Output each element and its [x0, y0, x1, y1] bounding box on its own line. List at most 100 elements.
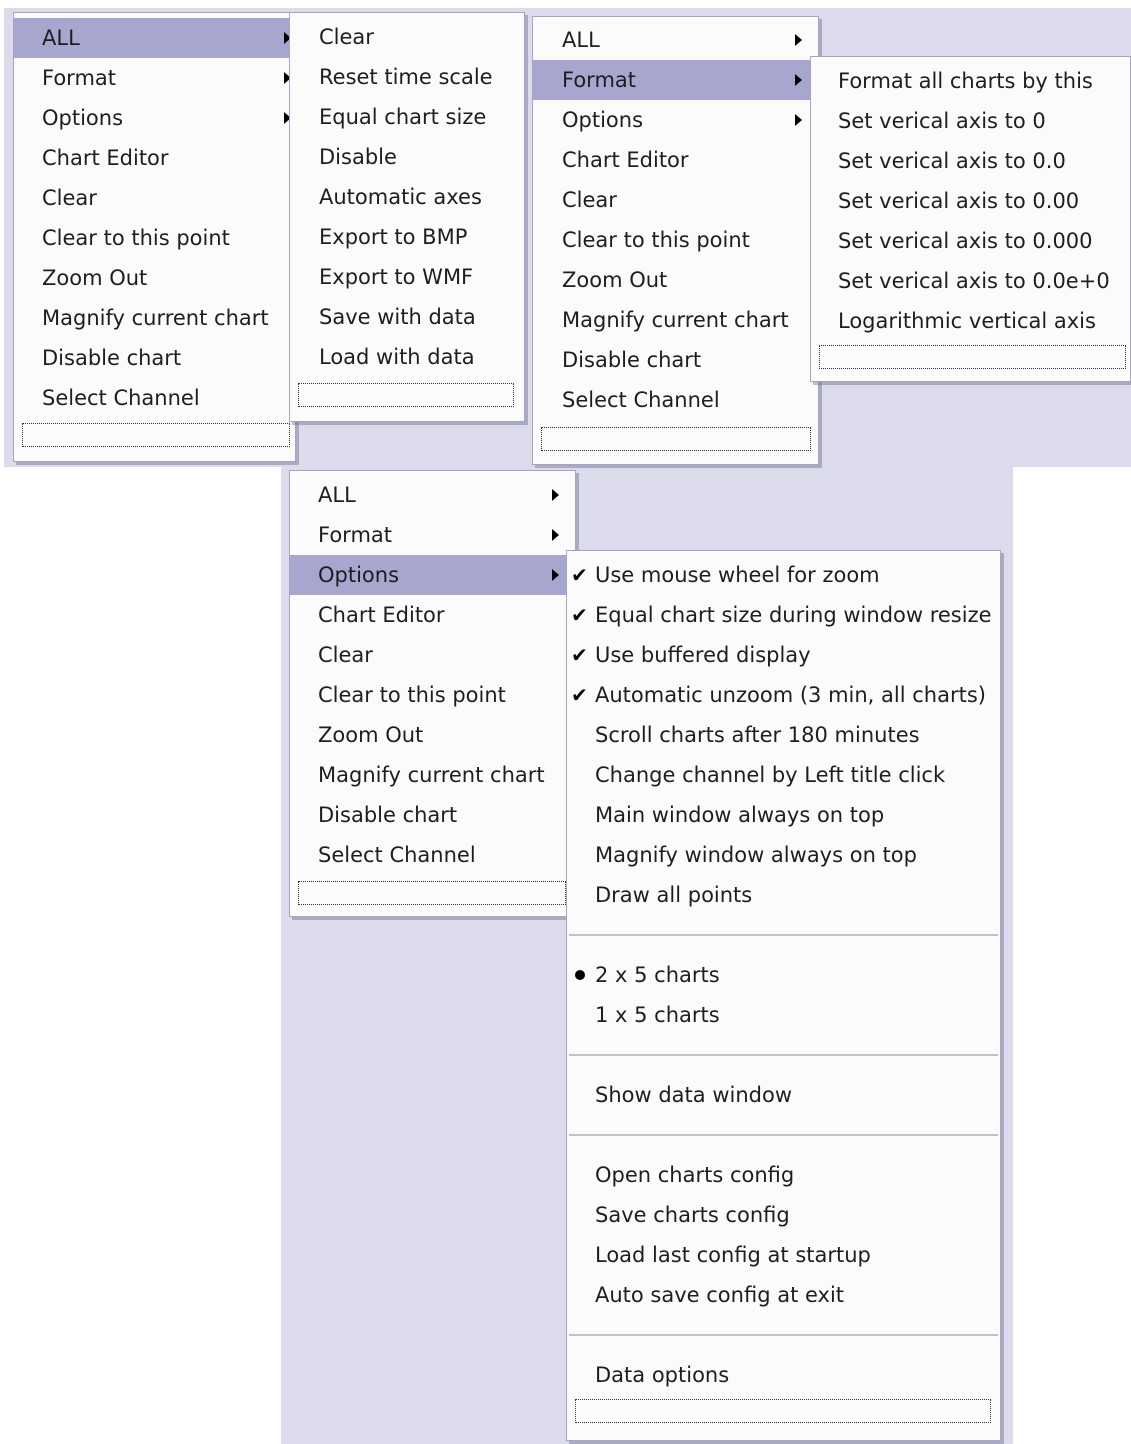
menu-item-label: Magnify window always on top [595, 843, 917, 867]
menu-item-label: Open charts config [595, 1163, 795, 1187]
menu-item-open-charts-config[interactable]: Open charts config [567, 1155, 1000, 1195]
submenu-arrow-icon [552, 569, 559, 581]
menu-item-automatic-unzoom-3-min-all-charts[interactable]: ✔ Automatic unzoom (3 min, all charts) [567, 675, 1000, 715]
menu-item-all[interactable]: ALL [533, 20, 818, 60]
menu-item-disable-chart[interactable]: Disable chart [290, 795, 575, 835]
menu-item-label: Save with data [319, 305, 476, 329]
menu-item-load-with-data[interactable]: Load with data [290, 337, 524, 377]
menu-item-magnify-current-chart[interactable]: Magnify current chart [14, 298, 295, 338]
menu-item-zoom-out[interactable]: Zoom Out [290, 715, 575, 755]
menu-item-chart-editor[interactable]: Chart Editor [533, 140, 818, 180]
menu-item-label: Clear [318, 643, 373, 667]
menu-item-magnify-window-always-on-top[interactable]: Magnify window always on top [567, 835, 1000, 875]
menu-item-select-channel[interactable]: Select Channel [290, 835, 575, 875]
menu-item-use-mouse-wheel-for-zoom[interactable]: ✔ Use mouse wheel for zoom [567, 555, 1000, 595]
menu-item-export-to-bmp[interactable]: Export to BMP [290, 217, 524, 257]
menu-item-1-x-5-charts[interactable]: 1 x 5 charts [567, 995, 1000, 1035]
menu-item-clear[interactable]: Clear [14, 178, 295, 218]
tear-off-handle[interactable] [575, 1399, 991, 1423]
menu-item-zoom-out[interactable]: Zoom Out [14, 258, 295, 298]
menu-item-label: Data options [595, 1363, 730, 1387]
menu-item-label: Disable chart [42, 346, 182, 370]
menu-item-label: Export to WMF [319, 265, 474, 289]
menu-item-2-x-5-charts[interactable]: 2 x 5 charts [567, 955, 1000, 995]
menu-item-label: Select Channel [318, 843, 476, 867]
menu-item-disable[interactable]: Disable [290, 137, 524, 177]
menu-item-select-channel[interactable]: Select Channel [533, 380, 818, 420]
menu-item-format-all-charts-by-this[interactable]: Format all charts by this [811, 61, 1130, 101]
menu-item-logarithmic-vertical-axis[interactable]: Logarithmic vertical axis [811, 301, 1130, 341]
menu-item-magnify-current-chart[interactable]: Magnify current chart [533, 300, 818, 340]
submenu-arrow-icon [795, 74, 802, 86]
menu-item-reset-time-scale[interactable]: Reset time scale [290, 57, 524, 97]
menu-item-format[interactable]: Format [533, 60, 818, 100]
menu-item-chart-editor[interactable]: Chart Editor [290, 595, 575, 635]
menu-item-save-charts-config[interactable]: Save charts config [567, 1195, 1000, 1235]
tear-off-handle[interactable] [819, 345, 1126, 369]
menu-item-use-buffered-display[interactable]: ✔ Use buffered display [567, 635, 1000, 675]
menu-item-label: 2 x 5 charts [595, 963, 720, 987]
menu-item-select-channel[interactable]: Select Channel [14, 378, 295, 418]
menu-item-change-channel-by-left-title-click[interactable]: Change channel by Left title click [567, 755, 1000, 795]
menu-item-disable-chart[interactable]: Disable chart [533, 340, 818, 380]
menu-item-save-with-data[interactable]: Save with data [290, 297, 524, 337]
tear-off-handle[interactable] [298, 881, 566, 905]
menu-item-clear[interactable]: Clear [290, 635, 575, 675]
menu-item-clear-to-this-point[interactable]: Clear to this point [290, 675, 575, 715]
menu-item-main-window-always-on-top[interactable]: Main window always on top [567, 795, 1000, 835]
menu-item-clear[interactable]: Clear [533, 180, 818, 220]
menu-item-data-options[interactable]: Data options [567, 1355, 1000, 1395]
menu-item-magnify-current-chart[interactable]: Magnify current chart [290, 755, 575, 795]
submenu-arrow-icon [795, 114, 802, 126]
menu-item-load-last-config-at-startup[interactable]: Load last config at startup [567, 1235, 1000, 1275]
tear-off-handle[interactable] [541, 427, 811, 451]
menu-item-clear[interactable]: Clear [290, 17, 524, 57]
menu-item-set-verical-axis-to-0-0e-0[interactable]: Set verical axis to 0.0e+0 [811, 261, 1130, 301]
menu-item-label: Magnify current chart [562, 308, 789, 332]
menu-item-all[interactable]: ALL [290, 475, 575, 515]
menu-item-options[interactable]: Options [14, 98, 295, 138]
menu-item-label: Options [318, 563, 400, 587]
menu-item-draw-all-points[interactable]: Draw all points [567, 875, 1000, 915]
menu-item-automatic-axes[interactable]: Automatic axes [290, 177, 524, 217]
tear-off-handle[interactable] [22, 423, 290, 447]
menu-item-set-verical-axis-to-0[interactable]: Set verical axis to 0 [811, 101, 1130, 141]
menu-item-label: Automatic axes [319, 185, 482, 209]
menu-item-equal-chart-size[interactable]: Equal chart size [290, 97, 524, 137]
menu-item-all[interactable]: ALL [14, 18, 295, 58]
menu-item-label: Format all charts by this [838, 69, 1093, 93]
menu-item-auto-save-config-at-exit[interactable]: Auto save config at exit [567, 1275, 1000, 1315]
tear-off-handle[interactable] [298, 383, 514, 407]
menu-item-label: Chart Editor [318, 603, 445, 627]
menu-item-clear-to-this-point[interactable]: Clear to this point [14, 218, 295, 258]
menu-item-label: Clear [42, 186, 97, 210]
check-icon: ✔ [571, 603, 588, 627]
menu-item-set-verical-axis-to-0-000[interactable]: Set verical axis to 0.000 [811, 221, 1130, 261]
menu-item-chart-editor[interactable]: Chart Editor [14, 138, 295, 178]
menu-item-equal-chart-size-during-window-resize[interactable]: ✔ Equal chart size during window resize [567, 595, 1000, 635]
menu-item-scroll-charts-after-180-minutes[interactable]: Scroll charts after 180 minutes [567, 715, 1000, 755]
menu-item-set-verical-axis-to-0-0[interactable]: Set verical axis to 0.0 [811, 141, 1130, 181]
check-icon: ✔ [571, 563, 588, 587]
menu-item-format[interactable]: Format [290, 515, 575, 555]
menu-item-format[interactable]: Format [14, 58, 295, 98]
menu-separator [569, 1334, 998, 1336]
menu-item-options[interactable]: Options [290, 555, 575, 595]
menu-item-clear-to-this-point[interactable]: Clear to this point [533, 220, 818, 260]
menu-item-label: Disable [319, 145, 397, 169]
menu-item-label: Select Channel [42, 386, 200, 410]
menu-item-export-to-wmf[interactable]: Export to WMF [290, 257, 524, 297]
menu-separator [569, 934, 998, 936]
menu-separator [569, 1134, 998, 1136]
menu-item-label: Clear [562, 188, 617, 212]
menu-item-disable-chart[interactable]: Disable chart [14, 338, 295, 378]
submenu-arrow-icon [552, 489, 559, 501]
menu-item-zoom-out[interactable]: Zoom Out [533, 260, 818, 300]
submenu-all: Clear Reset time scale Equal chart size Dis… [289, 12, 525, 422]
menu-item-label: Clear to this point [42, 226, 230, 250]
menu-item-set-verical-axis-to-0-00[interactable]: Set verical axis to 0.00 [811, 181, 1130, 221]
menu-item-show-data-window[interactable]: Show data window [567, 1075, 1000, 1115]
menu-item-label: Magnify current chart [318, 763, 545, 787]
menu-item-options[interactable]: Options [533, 100, 818, 140]
menu-item-label: Format [318, 523, 393, 547]
